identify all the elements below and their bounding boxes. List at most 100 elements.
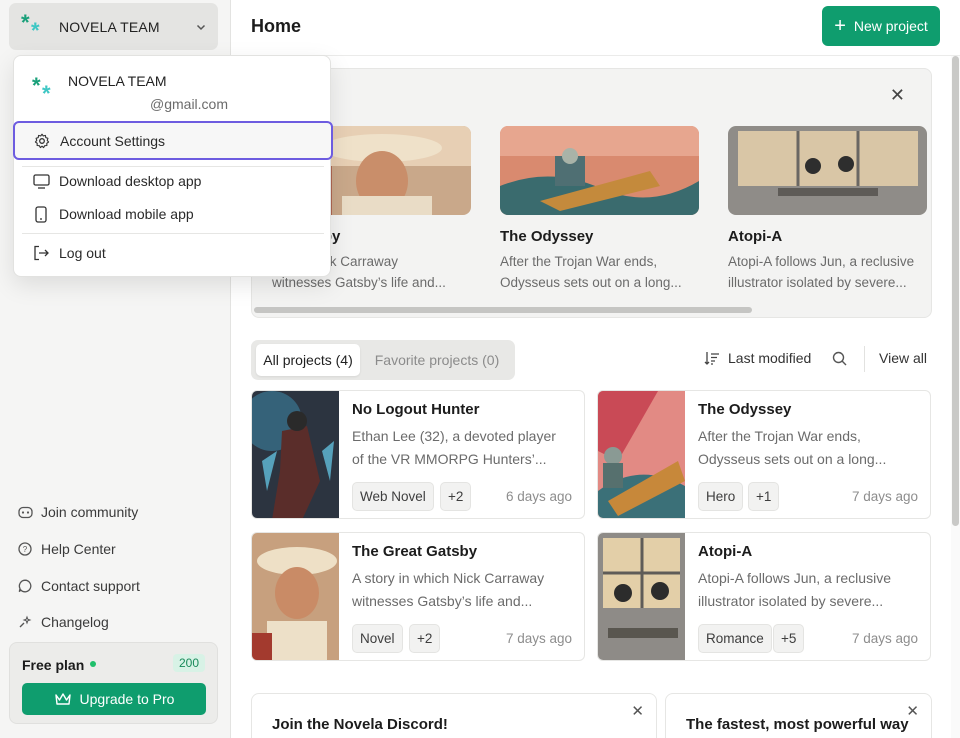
example-card-atopi[interactable]: Atopi-A Atopi-A follows Jun, a reclusive… [728,126,928,293]
page-title: Home [251,16,302,36]
monitor-icon [32,172,50,190]
project-filter-tabs: All projects (4) Favorite projects (0) [251,340,515,380]
project-card-no-logout-hunter[interactable]: No Logout Hunter Ethan Lee (32), a devot… [251,390,585,519]
atopi-a-thumbnail [598,533,685,660]
plan-status-dot [90,661,97,668]
example-card-odyssey[interactable]: The Odyssey After the Trojan War ends, Od… [500,126,700,293]
new-project-label: New project [853,18,928,34]
join-community-link[interactable]: Join community [17,504,138,520]
more-tags-badge: +1 [748,482,780,511]
gear-icon [33,132,51,150]
example-desc: After the Trojan War ends, Odysseus sets … [500,251,700,293]
last-modified-time: 7 days ago [851,631,918,646]
desktop-app-promo-card[interactable]: The fastest, most powerful way ✕ [665,693,932,738]
scrollbar-thumb[interactable] [952,56,959,526]
upgrade-to-pro-button[interactable]: Upgrade to Pro [22,683,206,715]
sort-label: Last modified [728,350,812,366]
menu-item-label: Download mobile app [59,206,194,222]
chevron-down-icon [196,24,206,30]
top-bar: Home + New project [231,0,960,56]
sort-dropdown[interactable]: Last modified [704,350,811,366]
changelog-link[interactable]: Changelog [17,614,109,630]
menu-item-account-settings[interactable]: Account Settings [13,121,333,160]
project-desc-line: of the VR MMORPG Hunters’... [352,450,547,467]
menu-item-label: Account Settings [60,132,166,149]
menu-item-label: Log out [59,245,106,261]
menu-item-download-desktop[interactable]: Download desktop app [14,163,330,199]
view-all-link[interactable]: View all [879,350,927,366]
join-community-label: Join community [41,504,139,520]
last-modified-time: 6 days ago [505,489,572,504]
sparkle-icon [17,614,33,630]
contact-support-link[interactable]: Contact support [17,578,140,594]
project-desc-line: After the Trojan War ends, [698,428,861,444]
examples-panel: es ✕ at Gatsby which Nick Carrawaywitnes… [251,68,932,318]
project-desc: A story in which Nick Carraway witnesses … [352,567,574,612]
svg-text:?: ? [23,545,28,554]
promo-title: Join the Novela Discord! [272,716,448,733]
account-team-name: NOVELA TEAM [68,73,167,89]
project-card-odyssey[interactable]: The Odyssey After the Trojan War ends, Od… [597,390,931,519]
plan-card: Free plan 200 Upgrade to Pro [9,642,218,724]
project-card-great-gatsby[interactable]: The Great Gatsby A story in which Nick C… [251,532,585,661]
discord-promo-card[interactable]: Join the Novela Discord! ✕ [251,693,657,738]
genre-tag: Hero [698,482,744,511]
atopi-thumbnail [728,126,927,215]
more-tags-badge: +2 [409,624,441,653]
example-desc-line: illustrator isolated by severe... [728,275,907,290]
genre-tag: Web Novel [352,482,434,511]
close-icon[interactable]: ✕ [631,702,644,720]
example-desc-line: After the Trojan War ends, [500,254,658,269]
project-title: Atopi-A [698,543,753,560]
project-desc-line: Atopi-A follows Jun, a reclusive [698,570,891,586]
no-logout-hunter-thumbnail [252,391,339,518]
main-content: es ✕ at Gatsby which Nick Carrawaywitnes… [231,56,960,738]
genre-tag: Romance [698,624,772,653]
genre-tag: Novel [352,624,403,653]
close-icon[interactable]: ✕ [906,702,919,720]
horizontal-scrollbar[interactable] [254,307,752,313]
project-title: No Logout Hunter [352,401,480,418]
help-center-label: Help Center [41,541,116,557]
menu-item-download-mobile[interactable]: Download mobile app [14,196,330,232]
novela-logo-icon: * * [32,73,51,106]
phone-icon [32,205,50,223]
project-title: The Great Gatsby [352,543,478,560]
menu-item-log-out[interactable]: Log out [14,235,330,271]
help-center-link[interactable]: ? Help Center [17,541,116,557]
example-title: Atopi-A [728,228,783,245]
odyssey-thumbnail [500,126,699,215]
last-modified-time: 7 days ago [851,489,918,504]
menu-divider [22,233,324,234]
great-gatsby-thumbnail [252,533,339,660]
team-name: NOVELA TEAM [59,18,160,35]
project-desc-line: Ethan Lee (32), a devoted player [352,428,556,444]
discord-icon [17,504,33,520]
account-dropdown-menu: * * NOVELA TEAM @gmail.com Account Settin… [13,55,333,277]
project-desc: After the Trojan War ends, Odysseus sets … [698,425,920,470]
tab-favorite-projects[interactable]: Favorite projects (0) [365,344,509,376]
credits-badge: 200 [172,654,205,672]
tab-all-projects[interactable]: All projects (4) [256,344,360,376]
chat-icon [17,578,33,594]
project-desc-line: A story in which Nick Carraway [352,570,545,586]
crown-icon [54,693,71,705]
contact-support-label: Contact support [41,578,140,594]
novela-logo-icon: * * [21,9,40,43]
search-icon[interactable] [832,351,847,369]
new-project-button[interactable]: + New project [822,6,940,46]
more-tags-badge: +2 [440,482,472,511]
sort-icon [704,352,719,365]
changelog-label: Changelog [41,614,109,630]
example-desc-line: Atopi-A follows Jun, a reclusive [728,254,915,269]
plus-icon: + [834,15,846,37]
close-icon[interactable]: ✕ [890,85,905,106]
menu-item-label: Download desktop app [59,173,202,189]
vertical-scrollbar[interactable] [951,56,960,738]
project-desc-line: illustrator isolated by severe... [698,592,884,609]
plan-name: Free plan [22,657,85,673]
example-desc: Atopi-A follows Jun, a reclusive illustra… [728,251,928,293]
team-switcher[interactable]: * * NOVELA TEAM [9,3,218,50]
logout-icon [32,244,50,262]
project-card-atopi-a[interactable]: Atopi-A Atopi-A follows Jun, a reclusive… [597,532,931,661]
